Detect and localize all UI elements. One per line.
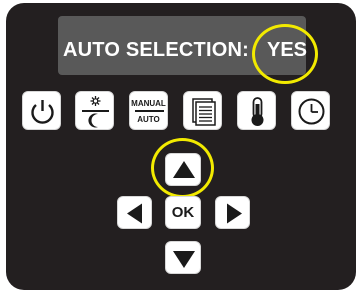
temperature-button[interactable] — [237, 91, 276, 130]
ok-button[interactable]: OK — [165, 196, 201, 229]
power-button[interactable] — [22, 91, 61, 130]
down-arrow-button[interactable] — [165, 241, 201, 274]
manual-label: MANUAL — [131, 99, 166, 108]
right-arrow-button[interactable] — [215, 196, 250, 229]
manual-auto-divider — [135, 110, 164, 112]
thermometer-icon — [251, 97, 264, 126]
display-label: AUTO SELECTION: — [63, 39, 249, 61]
left-arrow-button[interactable] — [117, 196, 152, 229]
day-night-button[interactable] — [75, 91, 114, 130]
timer-button[interactable] — [291, 91, 330, 130]
down-arrow-icon — [173, 251, 195, 268]
highlight-circle-up — [151, 138, 214, 198]
power-icon — [31, 100, 54, 124]
left-arrow-icon — [127, 203, 142, 224]
clock-icon — [298, 98, 325, 125]
highlight-circle-display — [252, 24, 318, 84]
controller-panel: AUTO SELECTION: YES MANUAL AUTO OK — [0, 0, 357, 290]
document-icon — [192, 98, 216, 126]
sun-moon-icon — [82, 96, 109, 128]
ok-label: OK — [171, 204, 195, 221]
manual-auto-button[interactable]: MANUAL AUTO — [129, 91, 168, 130]
right-arrow-icon — [227, 203, 242, 224]
auto-label: AUTO — [137, 115, 160, 124]
menu-button[interactable] — [183, 91, 222, 130]
